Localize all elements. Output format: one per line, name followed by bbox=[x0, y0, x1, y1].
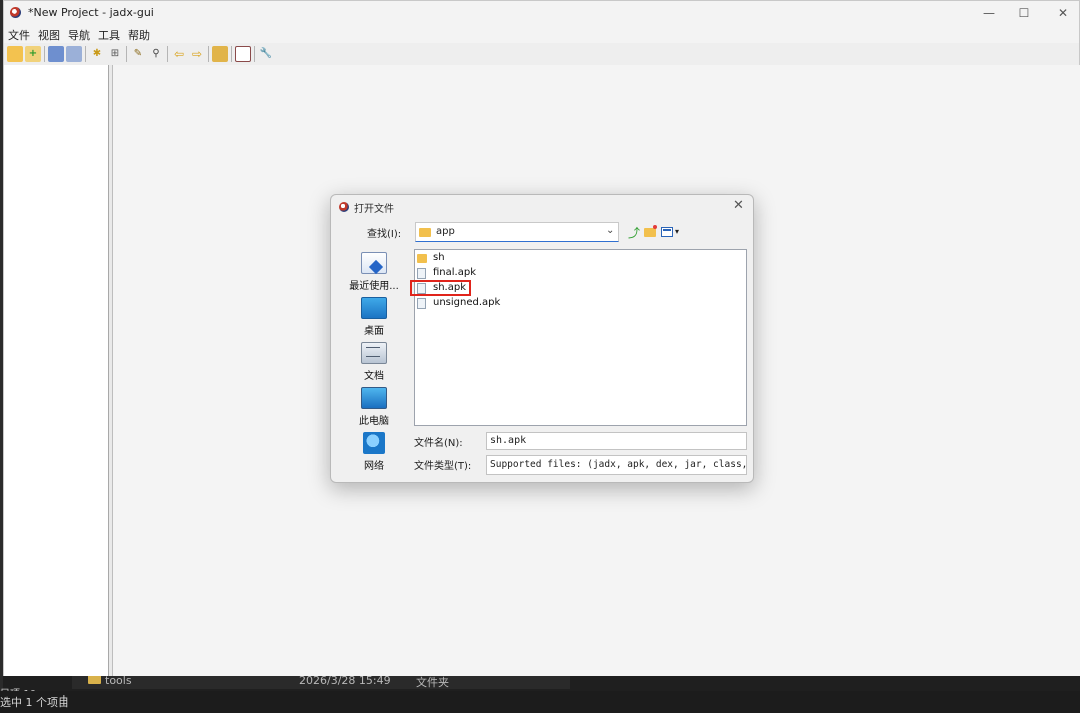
add-files-icon[interactable]: + bbox=[25, 46, 41, 62]
place-network[interactable]: 网络 bbox=[337, 432, 411, 476]
file-list[interactable]: sh final.apk sh.apk unsigned.apk bbox=[414, 249, 747, 426]
jadx-app-icon bbox=[10, 7, 21, 18]
folder-icon bbox=[417, 254, 427, 263]
place-desktop[interactable]: 桌面 bbox=[337, 297, 411, 341]
export-icon[interactable] bbox=[66, 46, 82, 62]
find-class-icon[interactable]: ⚲ bbox=[148, 46, 164, 62]
toolbar-separator bbox=[85, 46, 86, 62]
toolbar-separator bbox=[254, 46, 255, 62]
view-menu-arrow-icon[interactable]: ▾ bbox=[675, 227, 679, 236]
toolbar-separator bbox=[231, 46, 232, 62]
file-name: final.apk bbox=[433, 267, 476, 278]
dialog-title: 打开文件 bbox=[354, 204, 394, 215]
save-all-icon[interactable] bbox=[48, 46, 64, 62]
place-label: 网络 bbox=[364, 461, 384, 472]
look-in-value: app bbox=[436, 226, 455, 237]
desktop-icon bbox=[361, 297, 387, 319]
background-status-text: 选中 1 个项目 bbox=[0, 696, 69, 709]
place-label: 最近使用... bbox=[349, 281, 399, 292]
place-recent[interactable]: 最近使用... bbox=[337, 252, 411, 296]
menu-bar: 文件 视图 导航 工具 帮助 bbox=[4, 25, 1079, 43]
documents-icon bbox=[361, 342, 387, 364]
file-name: unsigned.apk bbox=[433, 297, 501, 308]
red-highlight-annotation bbox=[410, 280, 471, 296]
log-viewer-icon[interactable] bbox=[235, 46, 251, 62]
background-status-bar: 选中 1 个项目 | bbox=[0, 691, 1080, 713]
network-icon bbox=[363, 432, 385, 454]
toolbar-separator bbox=[167, 46, 168, 62]
new-folder-icon[interactable] bbox=[644, 225, 657, 237]
menu-view[interactable]: 视图 bbox=[38, 27, 60, 43]
window-title: *New Project - jadx-gui bbox=[28, 6, 154, 19]
look-in-label: 查找(I): bbox=[367, 229, 402, 240]
flatten-packages-icon[interactable]: ⊞ bbox=[107, 46, 123, 62]
place-documents[interactable]: 文档 bbox=[337, 342, 411, 386]
folder-icon bbox=[88, 675, 101, 684]
up-one-level-icon[interactable]: ⤴ bbox=[627, 225, 641, 240]
file-name-input[interactable]: sh.apk bbox=[486, 432, 747, 450]
sync-icon[interactable]: ✱ bbox=[89, 46, 105, 62]
decompile-all-icon[interactable] bbox=[212, 46, 228, 62]
file-list-item[interactable]: final.apk bbox=[417, 266, 717, 281]
toolbar-separator bbox=[44, 46, 45, 62]
title-bar[interactable]: *New Project - jadx-gui — ☐ ✕ bbox=[4, 1, 1079, 25]
file-type-select[interactable]: Supported files: (jadx, apk, dex, jar, c… bbox=[486, 455, 747, 475]
file-list-item[interactable]: unsigned.apk bbox=[417, 296, 717, 311]
toolbar: + ✱ ⊞ ✎ ⚲ ⇦ ⇨ 🔧 bbox=[4, 43, 1079, 66]
menu-file[interactable]: 文件 bbox=[8, 27, 30, 43]
file-name-label: 文件名(N): bbox=[414, 438, 463, 449]
place-label: 此电脑 bbox=[359, 416, 389, 427]
folder-icon bbox=[419, 228, 431, 237]
file-icon bbox=[417, 298, 426, 309]
place-computer[interactable]: 此电脑 bbox=[337, 387, 411, 431]
toolbar-separator bbox=[208, 46, 209, 62]
file-list-item[interactable]: sh bbox=[417, 251, 717, 266]
back-icon[interactable]: ⇦ bbox=[171, 46, 187, 62]
open-file-dialog: 打开文件 ✕ 查找(I): app ⌄ ⤴ ▾ 最近使用... 桌面 文档 此电… bbox=[330, 194, 754, 483]
toolbar-separator bbox=[126, 46, 127, 62]
menu-tools[interactable]: 工具 bbox=[98, 27, 120, 43]
file-type-value: Supported files: (jadx, apk, dex, jar, c… bbox=[490, 459, 747, 470]
file-name-input-value: sh.apk bbox=[490, 435, 527, 446]
place-label: 文档 bbox=[364, 371, 384, 382]
preferences-icon[interactable]: 🔧 bbox=[258, 46, 274, 62]
dialog-close-icon[interactable]: ✕ bbox=[733, 198, 744, 213]
look-in-dropdown[interactable]: app ⌄ bbox=[415, 222, 619, 242]
bg-row-type: 文件夹 bbox=[416, 676, 449, 689]
places-bar: 最近使用... 桌面 文档 此电脑 网络 bbox=[337, 252, 411, 474]
search-text-icon[interactable]: ✎ bbox=[130, 46, 146, 62]
background-status-separator: | bbox=[62, 693, 66, 706]
close-button[interactable]: ✕ bbox=[1040, 3, 1080, 23]
menu-help[interactable]: 帮助 bbox=[128, 27, 150, 43]
file-icon bbox=[417, 268, 426, 279]
view-menu-icon[interactable] bbox=[661, 227, 673, 237]
file-name: sh bbox=[433, 252, 445, 263]
recent-items-icon bbox=[361, 252, 387, 274]
menu-navigation[interactable]: 导航 bbox=[68, 27, 90, 43]
chevron-down-icon: ⌄ bbox=[606, 225, 615, 236]
forward-icon[interactable]: ⇨ bbox=[189, 46, 205, 62]
jadx-app-icon bbox=[339, 202, 349, 212]
place-label: 桌面 bbox=[364, 326, 384, 337]
file-type-label: 文件类型(T): bbox=[414, 461, 472, 472]
computer-icon bbox=[361, 387, 387, 409]
open-file-icon[interactable] bbox=[7, 46, 23, 62]
project-tree-panel[interactable] bbox=[4, 65, 109, 676]
